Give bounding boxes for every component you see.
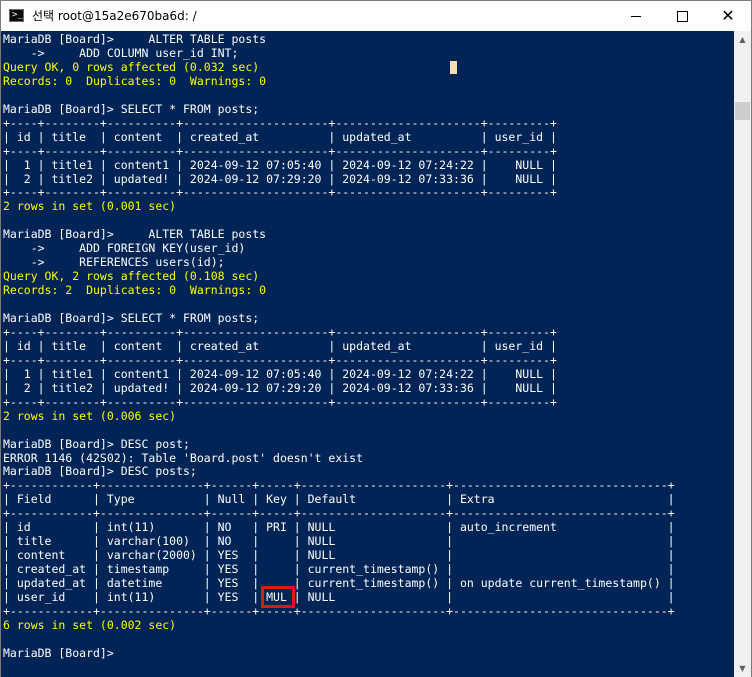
terminal-line: | id | title | content | created_at | up… [3, 338, 557, 353]
terminal-line: | created_at | timestamp | YES | | curre… [3, 562, 675, 577]
terminal-app-icon: >_ [9, 9, 24, 22]
terminal-line: Records: 2 Duplicates: 0 Warnings: 0 [3, 283, 267, 298]
terminal-line: 2 rows in set (0.001 sec) [3, 199, 177, 214]
terminal-line: Query OK, 0 rows affected (0.032 sec) [3, 59, 260, 74]
terminal-line: | id | int(11) | NO | PRI | NULL | auto_… [3, 520, 675, 535]
close-button[interactable]: ✕ [705, 1, 751, 31]
terminal-line: | user_id | int(11) | YES | MUL | NULL |… [3, 590, 675, 604]
maximize-icon [676, 10, 688, 22]
terminal-line: +------------+---------------+------+---… [3, 478, 675, 493]
terminal-line: MariaDB [Board]> ALTER TABLE posts [3, 227, 267, 242]
terminal-line: | 2 | title2 | updated! | 2024-09-12 07:… [3, 171, 557, 186]
terminal-line: +----+--------+----------+--------------… [3, 115, 557, 130]
terminal-line: | id | title | content | created_at | up… [3, 129, 557, 144]
terminal-line: +----+--------+----------+--------------… [3, 185, 557, 200]
terminal-window: >_ 선택 root@15a2e670ba6d: / ✕ MariaDB [Bo… [0, 0, 752, 677]
terminal-line: | title | varchar(100) | NO | | NULL | | [3, 534, 675, 549]
minimize-button[interactable] [613, 1, 659, 31]
mul-key-highlight-box [261, 586, 295, 608]
window-title: 선택 root@15a2e670ba6d: / [32, 9, 197, 23]
terminal-line: Query OK, 2 rows affected (0.108 sec) [3, 269, 260, 284]
title-bar[interactable]: >_ 선택 root@15a2e670ba6d: / ✕ [1, 1, 751, 31]
scrollbar-thumb[interactable] [735, 102, 750, 120]
terminal-line: | 1 | title1 | content1 | 2024-09-12 07:… [3, 157, 557, 172]
vertical-scrollbar[interactable]: ▲ ▼ [734, 31, 751, 677]
terminal-line: -> ADD COLUMN user_id INT; [3, 45, 239, 60]
terminal-line: +----+--------+----------+--------------… [3, 394, 557, 409]
terminal-line: +----+--------+----------+--------------… [3, 324, 557, 339]
terminal-line: | content | varchar(2000) | YES | | NULL… [3, 548, 675, 563]
terminal-line: MariaDB [Board]> DESC posts; [3, 464, 197, 479]
terminal-line: 6 rows in set (0.002 sec) [3, 617, 177, 632]
terminal-line: MariaDB [Board]> DESC post; [3, 436, 190, 451]
close-icon: ✕ [721, 6, 735, 25]
terminal-line: | 1 | title1 | content1 | 2024-09-12 07:… [3, 366, 557, 381]
terminal-line: MariaDB [Board]> SELECT * FROM posts; [3, 101, 260, 116]
terminal-line: 2 rows in set (0.006 sec) [3, 408, 177, 423]
terminal-line: | Field | Type | Null | Key | Default | … [3, 492, 675, 507]
terminal-line: ERROR 1146 (42S02): Table 'Board.post' d… [3, 450, 364, 465]
terminal-line: +----+--------+----------+--------------… [3, 352, 557, 367]
terminal-line: +----+--------+----------+--------------… [3, 143, 557, 158]
maximize-button[interactable] [659, 1, 705, 31]
scroll-down-arrow-icon[interactable]: ▼ [734, 660, 751, 677]
terminal-line: MariaDB [Board]> [3, 645, 114, 660]
text-cursor [450, 61, 457, 74]
terminal-line: -> ADD FOREIGN KEY(user_id) [3, 241, 246, 256]
terminal-line: | updated_at | datetime | YES | | curren… [3, 576, 675, 591]
minimize-icon [631, 15, 641, 17]
terminal-line: +------------+---------------+------+---… [3, 506, 675, 521]
terminal-line: -> REFERENCES users(id); [3, 255, 225, 270]
terminal-output[interactable]: MariaDB [Board]> 6 rows in set (0.002 sec… [1, 31, 734, 677]
terminal-line: Records: 0 Duplicates: 0 Warnings: 0 [3, 73, 267, 88]
terminal-line: MariaDB [Board]> SELECT * FROM posts; [3, 311, 260, 325]
scroll-up-arrow-icon[interactable]: ▲ [734, 31, 751, 48]
terminal-line: MariaDB [Board]> ALTER TABLE posts [3, 32, 267, 46]
terminal-line: +------------+---------------+------+---… [3, 603, 675, 618]
terminal-line: | 2 | title2 | updated! | 2024-09-12 07:… [3, 380, 557, 395]
